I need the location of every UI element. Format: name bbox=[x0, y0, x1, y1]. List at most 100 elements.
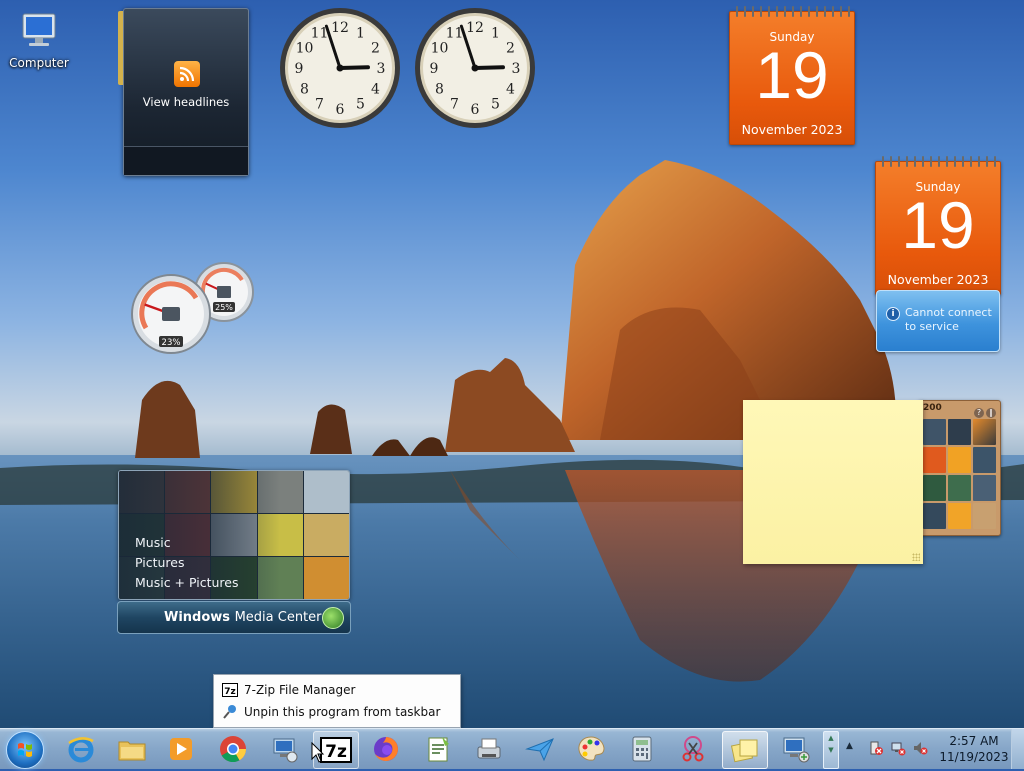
cpu-percent: 23% bbox=[162, 338, 181, 348]
gadget-tab bbox=[118, 11, 123, 85]
volume-muted-icon[interactable] bbox=[912, 740, 928, 756]
view-headlines-link[interactable]: View headlines bbox=[124, 95, 248, 109]
media-center-menu: Music Pictures Music + Pictures bbox=[135, 533, 239, 593]
resize-grip[interactable] bbox=[912, 553, 920, 561]
processor-icon bbox=[162, 307, 180, 321]
taskbar-jump-list: 7z 7-Zip File Manager Unpin this program… bbox=[213, 674, 461, 728]
7zip-icon: 7z bbox=[222, 682, 238, 698]
calendar-date: 19 bbox=[901, 188, 975, 262]
puzzle-tile[interactable] bbox=[973, 419, 996, 445]
action-center-icon[interactable] bbox=[868, 740, 884, 756]
taskbar-snipping-tool[interactable] bbox=[671, 731, 715, 767]
taskbar-windows-media-player[interactable] bbox=[159, 731, 203, 767]
taskbar-calculator[interactable] bbox=[620, 731, 664, 767]
media-center-launch-bar[interactable]: Windows Media Center bbox=[117, 601, 351, 634]
scissors-icon bbox=[682, 736, 704, 762]
show-hidden-icons-button[interactable]: ▲ bbox=[846, 741, 853, 751]
puzzle-tile[interactable] bbox=[973, 475, 996, 501]
weather-message-line1: Cannot connect bbox=[905, 306, 992, 319]
taskbar-sticky-notes[interactable] bbox=[722, 731, 768, 769]
calendar-month-year: November 2023 bbox=[887, 272, 989, 287]
calculator-icon bbox=[632, 736, 652, 762]
puzzle-tile[interactable] bbox=[923, 503, 946, 529]
clock-numeral: 5 bbox=[491, 97, 500, 113]
system-clock[interactable]: 2:57 AM 11/19/2023 bbox=[936, 733, 1012, 765]
calendar-gadget-2[interactable]: Sunday 19 November 2023 bbox=[875, 156, 1001, 295]
folder-icon bbox=[118, 741, 146, 761]
taskbar-firefox[interactable] bbox=[364, 731, 408, 767]
calendar-gadget-1[interactable]: Sunday 19 November 2023 bbox=[729, 6, 855, 145]
clock-numeral: 2 bbox=[506, 41, 515, 57]
puzzle-controls: ? ∥ bbox=[972, 404, 996, 418]
info-icon: i bbox=[886, 307, 900, 321]
puzzle-tile[interactable] bbox=[973, 447, 996, 473]
taskbar-fax-and-scan[interactable] bbox=[467, 731, 511, 767]
menu-item-music[interactable]: Music bbox=[135, 533, 239, 553]
taskbar: 7z ▲ ▼ ▲ 2:57 AM 11/19/2023 bbox=[0, 728, 1024, 769]
clock-numeral: 2 bbox=[371, 41, 380, 57]
puzzle-tile[interactable] bbox=[923, 475, 946, 501]
taskbar-scroll-buttons[interactable]: ▲ ▼ bbox=[823, 731, 839, 769]
desktop-icon-label: Computer bbox=[9, 56, 69, 70]
clock-gadget-2[interactable]: 1234567891011 12 bbox=[413, 6, 537, 130]
calendar-rings bbox=[882, 156, 996, 167]
pause-icon[interactable]: ∥ bbox=[986, 408, 996, 418]
clock-numeral: 7 bbox=[315, 97, 324, 113]
taskbar-network-projector[interactable] bbox=[773, 731, 817, 767]
clock-hub bbox=[336, 64, 344, 72]
clock-numeral: 6 bbox=[336, 102, 345, 118]
taskbar-windows-explorer[interactable] bbox=[110, 731, 154, 767]
weather-message-line2: to service bbox=[905, 320, 959, 333]
puzzle-tile[interactable] bbox=[973, 503, 996, 529]
calendar-date: 19 bbox=[755, 38, 829, 112]
media-center-gadget[interactable]: Music Pictures Music + Pictures bbox=[118, 470, 350, 600]
taskbar-messenger[interactable] bbox=[518, 731, 562, 767]
puzzle-tile[interactable] bbox=[923, 447, 946, 473]
menu-item-music-pictures[interactable]: Music + Pictures bbox=[135, 573, 239, 593]
clock-numeral: 8 bbox=[435, 82, 444, 98]
taskbar-internet-explorer[interactable] bbox=[59, 731, 103, 767]
jump-item-unpin[interactable]: Unpin this program from taskbar bbox=[222, 702, 440, 722]
jump-item-label: Unpin this program from taskbar bbox=[244, 705, 441, 719]
clock-numeral: 8 bbox=[300, 82, 309, 98]
sticky-notes-icon bbox=[730, 739, 758, 763]
puzzle-tile[interactable] bbox=[948, 475, 971, 501]
taskbar-notepad-plus[interactable] bbox=[416, 731, 460, 767]
desktop-icon-computer[interactable]: Computer bbox=[6, 8, 72, 70]
taskbar-paint[interactable] bbox=[569, 731, 613, 767]
unpin-icon bbox=[222, 704, 238, 720]
start-button[interactable] bbox=[6, 731, 44, 769]
puzzle-tile[interactable] bbox=[948, 503, 971, 529]
taskbar-google-chrome[interactable] bbox=[211, 731, 255, 767]
clock-numeral: 9 bbox=[295, 61, 304, 77]
puzzle-timer: 200 bbox=[923, 403, 942, 413]
clock-gadget-1[interactable]: 1234567891011 12 bbox=[278, 6, 402, 130]
calendar-rings bbox=[736, 6, 850, 17]
show-desktop-button[interactable] bbox=[1011, 729, 1024, 769]
puzzle-tile[interactable] bbox=[948, 447, 971, 473]
cpu-meter-gadget[interactable]: 25% 23% bbox=[130, 262, 256, 354]
puzzle-tile[interactable] bbox=[923, 419, 946, 445]
clock-numeral: 10 bbox=[296, 41, 314, 57]
clock-numeral: 7 bbox=[450, 97, 459, 113]
mouse-cursor-icon bbox=[311, 742, 325, 763]
network-computer-icon bbox=[783, 737, 810, 763]
media-center-title: Windows Media Center bbox=[164, 610, 322, 625]
sticky-note[interactable] bbox=[743, 400, 923, 564]
weather-gadget[interactable]: i Cannot connect to service bbox=[876, 290, 1000, 352]
gadget-footer bbox=[124, 146, 248, 175]
menu-item-pictures[interactable]: Pictures bbox=[135, 553, 239, 573]
clock-numeral: 6 bbox=[471, 102, 480, 118]
windows-logo-icon bbox=[18, 743, 32, 757]
puzzle-tile[interactable] bbox=[948, 419, 971, 445]
picture-puzzle-gadget[interactable]: 200 ? ∥ bbox=[918, 400, 1001, 536]
clock-numeral: 10 bbox=[431, 41, 449, 57]
network-icon[interactable] bbox=[890, 740, 906, 756]
taskbar-remote-desktop[interactable] bbox=[262, 731, 306, 767]
windows-orb-icon bbox=[322, 607, 344, 629]
help-icon[interactable]: ? bbox=[974, 408, 984, 418]
jump-item-7zip[interactable]: 7z 7-Zip File Manager bbox=[222, 680, 355, 700]
chrome-icon bbox=[220, 736, 247, 763]
feed-headlines-gadget[interactable]: View headlines bbox=[118, 8, 249, 176]
memory-percent: 25% bbox=[215, 303, 233, 312]
